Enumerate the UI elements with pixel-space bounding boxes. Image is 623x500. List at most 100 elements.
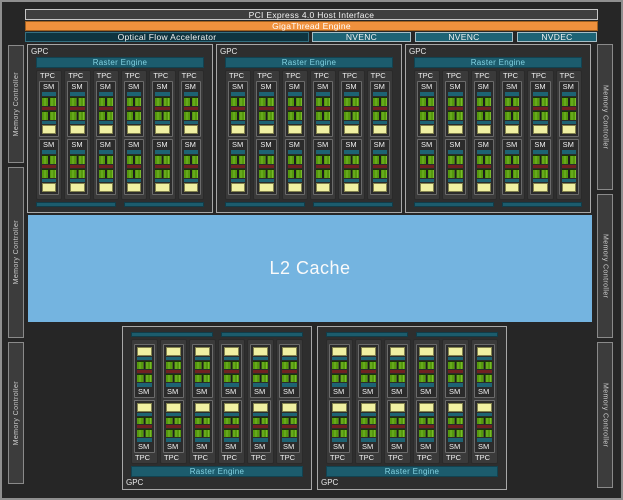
sm-teal-bar-thin: [253, 412, 268, 416]
sm-block: SM: [134, 399, 155, 453]
sm-core-grid: [42, 155, 57, 164]
sm-teal-bar-thin: [70, 179, 85, 182]
sm-label: SM: [283, 386, 295, 396]
sm-teal-bar: [344, 150, 359, 154]
sm-core-grid: [231, 169, 246, 178]
sm-label: SM: [534, 82, 546, 91]
sm-yellow-bar: [253, 347, 268, 356]
sm-teal-bar-thin: [155, 121, 170, 124]
sm-block: SM: [250, 399, 271, 453]
sm-teal-bar: [315, 150, 331, 154]
sm-teal-bar: [137, 382, 152, 387]
sm-teal-bar: [420, 150, 435, 154]
sm-teal-bar-thin: [231, 121, 246, 124]
gpc-box: GPC Raster Engine TPC SM SM TPC SM SM TPC SM SM TPC…: [27, 44, 213, 213]
sm-core-grid: [361, 373, 376, 382]
tpc-column: TPC SM SM: [309, 70, 337, 200]
sm-label: SM: [254, 386, 266, 396]
tpc-label: TPC: [531, 71, 547, 80]
sm-label: SM: [43, 140, 55, 149]
sm-teal-bar: [70, 92, 85, 96]
sm-teal-bar: [70, 150, 85, 154]
sm-maroon-bar: [287, 165, 302, 168]
tpc-label: TPC: [342, 71, 358, 80]
tpc-row: TPC SM SM TPC SM SM TPC SM SM TPC SM SM TPC SM SM TPC SM…: [131, 339, 303, 464]
sm-label: SM: [71, 82, 83, 91]
sm-teal-bar: [561, 92, 576, 96]
sm-label: SM: [260, 140, 272, 149]
sm-label: SM: [477, 140, 489, 149]
sm-core-grid: [126, 97, 142, 106]
tpc-row: TPC SM SM TPC SM SM TPC SM SM TPC SM SM TPC SM SM TPC SM…: [326, 339, 498, 464]
sm-teal-bar: [183, 92, 198, 96]
sm-core-grid: [420, 111, 435, 120]
sm-teal-bar: [42, 150, 57, 154]
sm-teal-bar-thin: [259, 121, 274, 124]
sm-label: SM: [288, 82, 300, 91]
tpc-column: TPC SM SM: [470, 70, 497, 200]
tpc-label: TPC: [559, 71, 575, 80]
sm-block: SM: [95, 81, 116, 137]
sm-core-grid: [361, 429, 376, 437]
tpc-column: TPC SM SM: [442, 339, 469, 464]
sm-core-grid: [561, 155, 576, 164]
sm-block: SM: [163, 399, 184, 453]
sm-maroon-bar: [477, 369, 492, 373]
sm-label: SM: [196, 442, 208, 451]
tpc-column: TPC SM SM: [281, 70, 308, 200]
sm-core-grid: [195, 416, 210, 425]
sm-yellow-bar: [98, 125, 113, 134]
sm-block: SM: [284, 81, 305, 137]
sm-yellow-bar: [98, 183, 113, 192]
tpc-column: TPC SM SM: [326, 339, 353, 464]
sm-core-grid: [253, 416, 268, 425]
sm-block: SM: [95, 139, 116, 195]
sm-block: SM: [39, 81, 60, 137]
sm-block: SM: [39, 139, 60, 195]
sm-block: SM: [369, 139, 390, 195]
gpc-connector-strip: [502, 202, 582, 207]
sm-label: SM: [420, 386, 432, 396]
sm-yellow-bar: [231, 183, 246, 192]
sm-label: SM: [505, 140, 518, 149]
sm-label: SM: [505, 82, 518, 91]
sm-teal-bar-thin: [332, 357, 347, 360]
sm-label: SM: [196, 386, 208, 396]
sm-maroon-bar: [332, 369, 347, 373]
sm-teal-bar-thin: [70, 121, 85, 124]
sm-block: SM: [445, 344, 466, 398]
sm-teal-bar-thin: [533, 179, 548, 182]
sm-maroon-bar: [287, 107, 302, 110]
sm-core-grid: [390, 361, 405, 369]
sm-teal-bar: [183, 150, 198, 154]
tpc-column: TPC SM SM: [218, 339, 245, 464]
sm-core-grid: [282, 429, 297, 437]
sm-label: SM: [478, 442, 490, 451]
sm-yellow-bar: [561, 183, 576, 192]
sm-core-grid: [137, 416, 152, 425]
sm-block: SM: [163, 344, 184, 398]
sm-maroon-bar: [70, 165, 85, 168]
sm-core-grid: [448, 373, 463, 382]
sm-teal-bar: [420, 92, 435, 96]
sm-label: SM: [167, 442, 179, 451]
tpc-label: TPC: [68, 71, 84, 80]
sm-teal-bar-thin: [361, 412, 376, 416]
sm-teal-bar-thin: [477, 357, 492, 360]
raster-engine-bar: Raster Engine: [131, 466, 303, 477]
sm-maroon-bar: [477, 425, 492, 429]
sm-block: SM: [474, 344, 495, 398]
sm-maroon-bar: [504, 107, 520, 110]
sm-yellow-bar: [372, 125, 387, 134]
sm-label: SM: [316, 140, 329, 149]
sm-block: SM: [329, 344, 350, 398]
sm-yellow-bar: [420, 125, 435, 134]
sm-core-grid: [419, 429, 434, 437]
sm-core-grid: [183, 97, 198, 106]
sm-label: SM: [138, 442, 150, 451]
sm-yellow-bar: [126, 183, 142, 192]
sm-teal-bar: [344, 92, 359, 96]
gpc-box: GPC Raster Engine TPC SM SM TPC SM SM TPC SM SM TPC…: [405, 44, 591, 213]
sm-yellow-bar: [332, 402, 347, 412]
sm-teal-bar: [287, 150, 302, 154]
